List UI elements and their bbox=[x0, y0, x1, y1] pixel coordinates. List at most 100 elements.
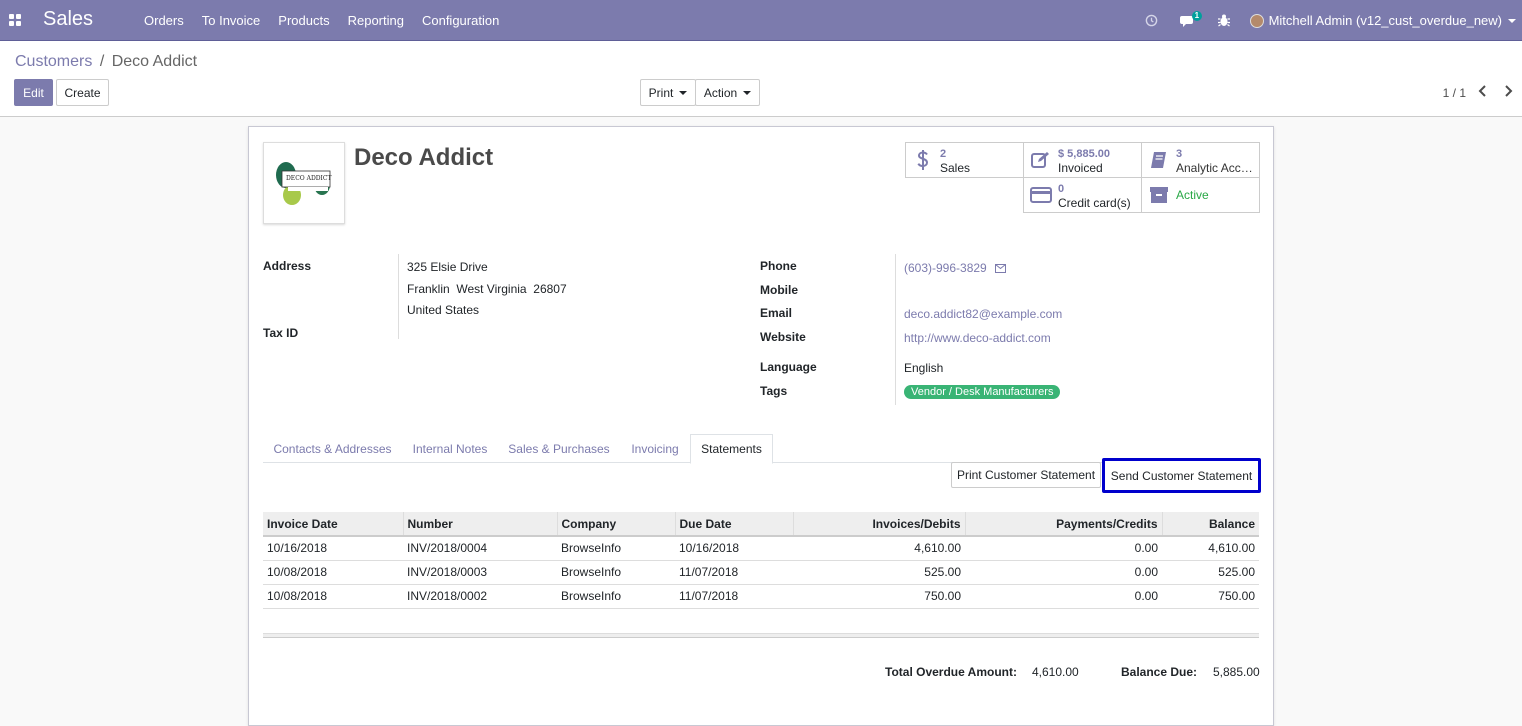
cell-invoice-date: 10/08/2018 bbox=[263, 560, 403, 585]
print-dropdown-button[interactable]: Print bbox=[640, 79, 696, 106]
user-menu[interactable]: Mitchell Admin (v12_cust_overdue_new) bbox=[1242, 13, 1522, 28]
divider bbox=[398, 254, 399, 339]
activity-clock-icon[interactable] bbox=[1134, 0, 1170, 41]
table-row[interactable]: 10/08/2018 INV/2018/0003 BrowseInfo 11/0… bbox=[263, 560, 1259, 585]
cell-balance: 750.00 bbox=[1162, 584, 1259, 609]
partner-name: Deco Addict bbox=[354, 144, 494, 171]
active-toggle-button[interactable]: Active bbox=[1141, 177, 1260, 213]
cell-company: BrowseInfo bbox=[557, 584, 675, 609]
email-link[interactable]: deco.addict82@example.com bbox=[904, 307, 1062, 321]
cell-number: INV/2018/0002 bbox=[403, 584, 557, 609]
col-company[interactable]: Company bbox=[556, 512, 675, 537]
navbar-systray: 1 Mitchell Admin (v12_cust_overdue_new) bbox=[1134, 0, 1522, 41]
tag-badge[interactable]: Vendor / Desk Manufacturers bbox=[904, 384, 1061, 399]
send-customer-statement-button[interactable]: Send Customer Statement bbox=[1102, 458, 1261, 493]
menu-item-products[interactable]: Products bbox=[269, 13, 338, 28]
edit-button[interactable]: Edit bbox=[14, 79, 53, 106]
col-invoices-debits[interactable]: Invoices/Debits bbox=[792, 512, 965, 537]
tab-sales-purchases[interactable]: Sales & Purchases bbox=[498, 434, 620, 463]
dollar-icon bbox=[906, 149, 940, 171]
total-overdue-value: 4,610.00 bbox=[1032, 665, 1079, 679]
statement-table: Invoice Date Number Company Due Date Inv… bbox=[263, 512, 1259, 609]
tab-contacts-addresses[interactable]: Contacts & Addresses bbox=[263, 434, 402, 463]
menu-item-to-invoice[interactable]: To Invoice bbox=[193, 13, 270, 28]
tab-statements[interactable]: Statements bbox=[690, 434, 773, 464]
col-balance[interactable]: Balance bbox=[1161, 512, 1259, 537]
partner-logo[interactable]: DECO ADDICT bbox=[263, 142, 345, 224]
menu-item-reporting[interactable]: Reporting bbox=[339, 13, 413, 28]
sales-count: 2 bbox=[940, 147, 947, 160]
control-panel: Customers / Deco Addict Edit Create Prin… bbox=[0, 41, 1522, 117]
balance-due-label: Balance Due: bbox=[1121, 665, 1198, 679]
address-country[interactable]: United States bbox=[407, 303, 479, 317]
tab-invoicing[interactable]: Invoicing bbox=[620, 434, 690, 463]
language-label: Language bbox=[760, 360, 817, 374]
envelope-icon[interactable] bbox=[995, 261, 1006, 276]
breadcrumb-customers[interactable]: Customers bbox=[15, 53, 92, 70]
breadcrumb-separator: / bbox=[99, 53, 105, 70]
table-row[interactable]: 10/08/2018 INV/2018/0002 BrowseInfo 11/0… bbox=[263, 584, 1259, 609]
sales-label: Sales bbox=[940, 160, 971, 175]
sales-stat-button[interactable]: 2 Sales bbox=[905, 142, 1024, 178]
col-payments-credits[interactable]: Payments/Credits bbox=[964, 512, 1162, 537]
address-street[interactable]: 325 Elsie Drive bbox=[407, 260, 488, 274]
analytic-accounts-stat-button[interactable]: 3 Analytic Accounts bbox=[1141, 142, 1260, 178]
cell-number: INV/2018/0004 bbox=[403, 536, 557, 561]
menu-item-configuration[interactable]: Configuration bbox=[413, 13, 508, 28]
credit-cards-stat-button[interactable]: 0 Credit card(s) bbox=[1023, 177, 1142, 213]
tags-label: Tags bbox=[760, 384, 788, 398]
main-menu: Orders To Invoice Products Reporting Con… bbox=[135, 0, 508, 41]
phone-link[interactable]: (603)-996-3829 bbox=[904, 261, 987, 275]
app-brand[interactable]: Sales bbox=[43, 8, 93, 31]
col-due-date[interactable]: Due Date bbox=[674, 512, 793, 537]
apps-menu-icon[interactable] bbox=[9, 14, 21, 26]
form-sheet: DECO ADDICT Deco Addict 2 Sales $ 5,885.… bbox=[248, 126, 1274, 726]
invoiced-stat-button[interactable]: $ 5,885.00 Invoiced bbox=[1023, 142, 1142, 178]
messaging-chat-icon[interactable]: 1 bbox=[1170, 0, 1206, 41]
pager-previous-icon[interactable] bbox=[1478, 84, 1488, 100]
chevron-down-icon bbox=[743, 90, 752, 95]
cell-company: BrowseInfo bbox=[557, 560, 675, 585]
total-overdue-label: Total Overdue Amount: bbox=[885, 665, 1017, 679]
print-label: Print bbox=[648, 85, 674, 100]
address-city-line[interactable]: Franklin West Virginia 26807 bbox=[407, 282, 567, 296]
logo-text: DECO ADDICT bbox=[286, 175, 332, 182]
invoiced-label: Invoiced bbox=[1058, 160, 1103, 175]
address-label: Address bbox=[263, 259, 312, 273]
debug-bug-icon[interactable] bbox=[1206, 0, 1242, 41]
website-link[interactable]: http://www.deco-addict.com bbox=[904, 331, 1051, 345]
breadcrumb-current: Deco Addict bbox=[111, 53, 198, 70]
print-customer-statement-button[interactable]: Print Customer Statement bbox=[951, 462, 1101, 488]
divider bbox=[895, 254, 896, 405]
cell-company: BrowseInfo bbox=[557, 536, 675, 561]
email-label: Email bbox=[760, 306, 793, 320]
mobile-label: Mobile bbox=[760, 283, 798, 297]
chevron-down-icon bbox=[679, 90, 688, 95]
cell-credit: 0.00 bbox=[965, 584, 1162, 609]
phone-label: Phone bbox=[760, 259, 797, 273]
table-row[interactable]: 10/16/2018 INV/2018/0004 BrowseInfo 10/1… bbox=[263, 536, 1259, 561]
col-invoice-date[interactable]: Invoice Date bbox=[263, 512, 403, 537]
archive-icon bbox=[1142, 186, 1176, 204]
pager-next-icon[interactable] bbox=[1503, 84, 1513, 100]
cell-credit: 0.00 bbox=[965, 536, 1162, 561]
active-label: Active bbox=[1176, 188, 1209, 202]
menu-item-orders[interactable]: Orders bbox=[135, 13, 193, 28]
language-value[interactable]: English bbox=[904, 361, 943, 375]
col-number[interactable]: Number bbox=[402, 512, 557, 537]
cell-invoice-date: 10/08/2018 bbox=[263, 584, 403, 609]
analytic-count: 3 bbox=[1176, 147, 1183, 160]
cell-due-date: 11/07/2018 bbox=[675, 584, 793, 609]
invoiced-amount: $ 5,885.00 bbox=[1058, 147, 1110, 160]
cell-due-date: 10/16/2018 bbox=[675, 536, 793, 561]
action-dropdown-button[interactable]: Action bbox=[695, 79, 760, 106]
analytic-label: Analytic Accounts bbox=[1176, 160, 1258, 175]
create-button[interactable]: Create bbox=[56, 79, 109, 106]
deco-addict-logo bbox=[276, 162, 331, 205]
balance-due-value: 5,885.00 bbox=[1213, 665, 1260, 679]
pager-value[interactable]: 1 / 1 bbox=[1443, 86, 1466, 100]
credit-card-icon bbox=[1024, 187, 1058, 203]
chat-badge: 1 bbox=[1191, 11, 1203, 21]
cell-credit: 0.00 bbox=[965, 560, 1162, 585]
tab-internal-notes[interactable]: Internal Notes bbox=[402, 434, 498, 463]
